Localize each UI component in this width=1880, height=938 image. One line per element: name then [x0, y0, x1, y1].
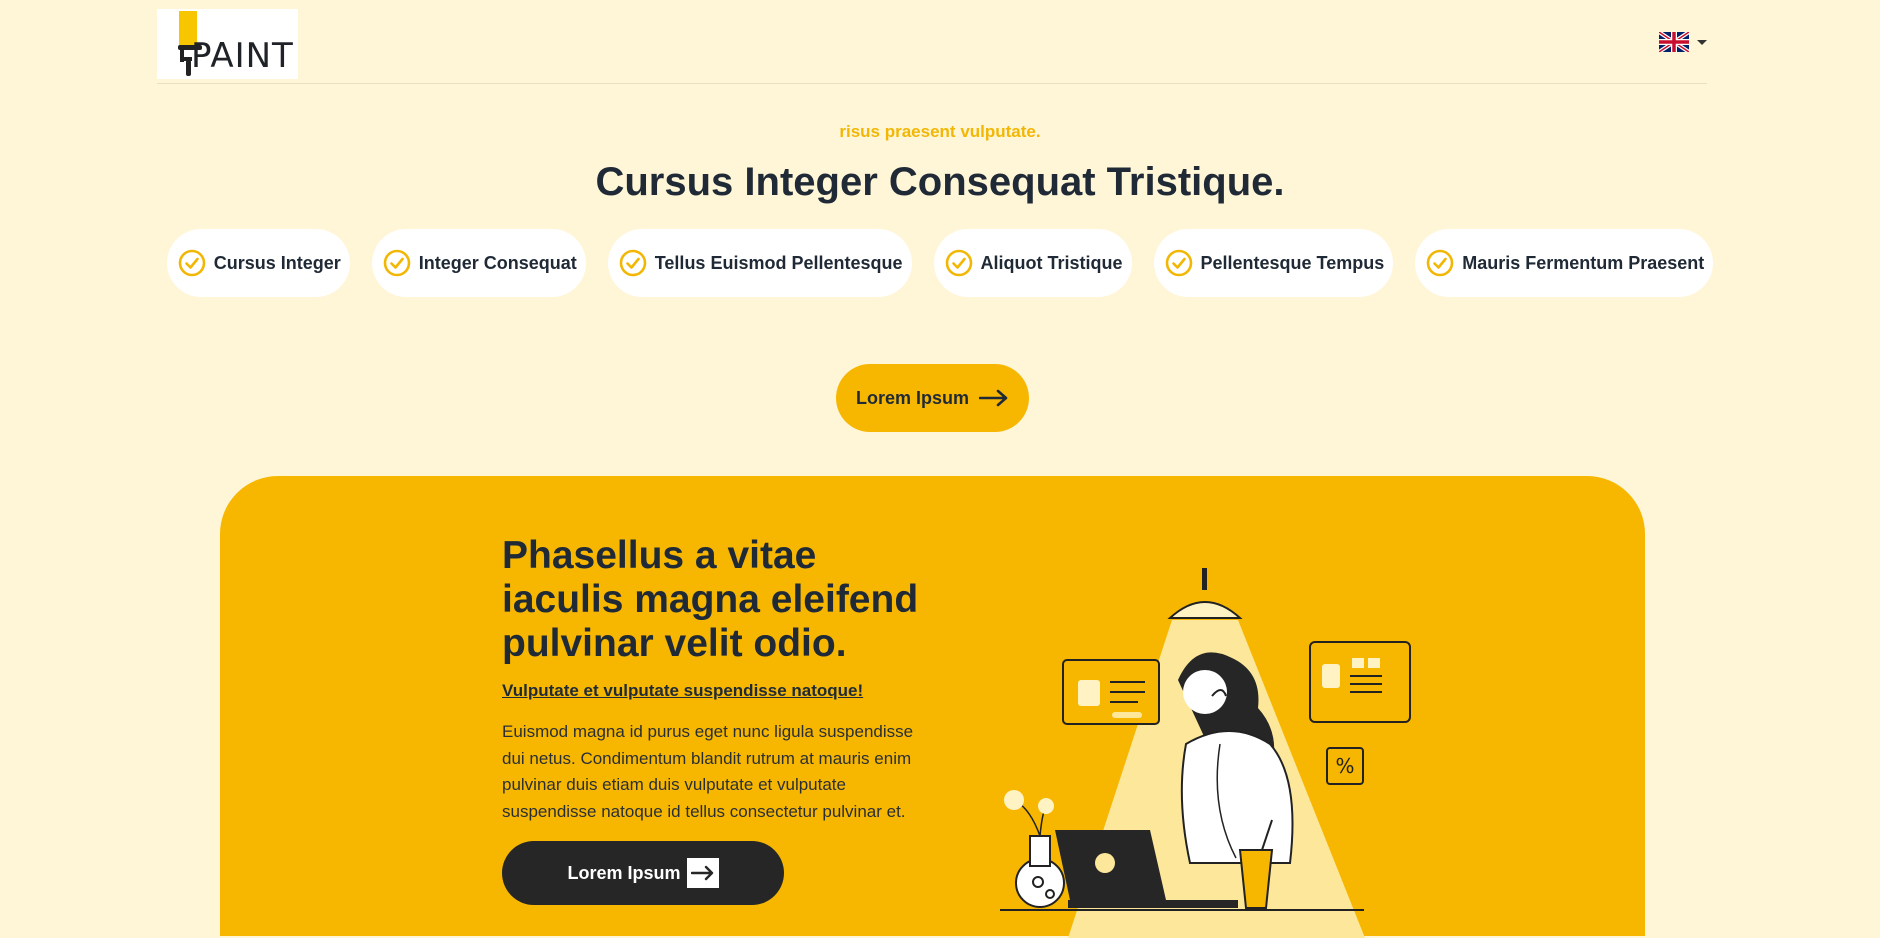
uk-flag-icon: [1659, 32, 1689, 52]
check-circle-icon: [1165, 249, 1192, 277]
svg-text:%: %: [1335, 754, 1354, 778]
page-title: Cursus Integer Consequat Tristique.: [595, 160, 1285, 204]
check-circle-icon: [1426, 249, 1454, 277]
arrow-right-icon: [979, 389, 1008, 407]
feature-pill: Mauris Fermentum Praesent: [1415, 229, 1714, 297]
promo-button-label: Lorem Ipsum: [567, 862, 681, 883]
logo-text: PAINT: [191, 36, 294, 76]
feature-label: Tellus Euismod Pellentesque: [654, 252, 903, 273]
feature-label: Integer Consequat: [418, 252, 577, 273]
arrow-right-icon: [686, 858, 719, 888]
feature-pill: Pellentesque Tempus: [1153, 229, 1394, 297]
hero-eyebrow: risus praesent vulputate.: [839, 122, 1041, 141]
feature-list: Cursus Integer Integer Consequat Tellus …: [0, 229, 1880, 297]
promo-text: Euismod magna id purus eget nunc ligula …: [502, 722, 914, 821]
paint-logo[interactable]: PAINT: [157, 9, 298, 79]
woman-laptop-illustration: %: [1000, 568, 1411, 938]
check-circle-icon: [178, 249, 206, 277]
language-selector[interactable]: [1659, 32, 1707, 52]
check-circle-icon: [619, 249, 647, 277]
promo-heading: Phasellus a vitae iaculis magna eleifend…: [502, 534, 919, 665]
feature-pill: Aliquot Tristique: [933, 229, 1132, 297]
chevron-down-icon: [1697, 39, 1707, 45]
promo-button[interactable]: Lorem Ipsum: [502, 841, 784, 905]
hero-cta-button[interactable]: Lorem Ipsum: [836, 364, 1029, 432]
feature-pill: Cursus Integer: [166, 229, 350, 297]
feature-pill: Tellus Euismod Pellentesque: [607, 229, 912, 297]
promo-card: Phasellus a vitae iaculis magna eleifend…: [220, 476, 1645, 938]
promo-link[interactable]: Vulputate et vulputate suspendisse natoq…: [502, 681, 863, 701]
feature-label: Cursus Integer: [213, 252, 341, 273]
feature-label: Pellentesque Tempus: [1200, 252, 1385, 273]
check-circle-icon: [383, 249, 411, 277]
cta-label: Lorem Ipsum: [855, 387, 970, 408]
feature-label: Mauris Fermentum Praesent: [1462, 252, 1705, 273]
check-circle-icon: [945, 249, 972, 277]
site-header: PAINT: [157, 0, 1707, 84]
feature-label: Aliquot Tristique: [980, 252, 1123, 273]
feature-pill: Integer Consequat: [371, 229, 586, 297]
